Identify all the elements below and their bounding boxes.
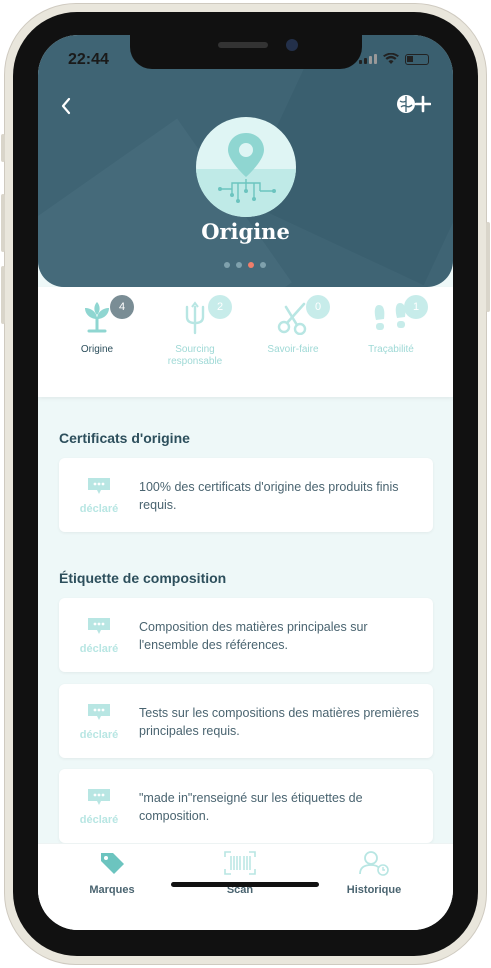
signal-icon <box>359 54 377 64</box>
power-button <box>486 222 490 312</box>
tab-label: Traçabilité <box>368 344 414 355</box>
volume-up-button <box>1 194 5 252</box>
tag-icon <box>101 853 124 874</box>
chat-bubble-icon <box>88 478 110 494</box>
declared-label: déclaré <box>79 729 119 741</box>
criterion-text: Composition des matières principales sur… <box>139 620 368 652</box>
section-title: Certificats d'origine <box>59 430 190 446</box>
pager-dots <box>224 262 266 268</box>
hero-illustration <box>196 117 296 217</box>
category-tabs: 4 Origine 2 Sourcing responsable 0 Savoi… <box>38 287 453 397</box>
status-time: 22:44 <box>68 51 109 68</box>
scissors-icon <box>277 302 307 336</box>
tab-savoir-faire[interactable]: 0 Savoir-faire <box>248 295 338 356</box>
nav-label: Marques <box>89 884 135 896</box>
speaker <box>218 42 268 48</box>
criteria-list: Certificats d'origine déclaré 100% des c… <box>38 397 453 843</box>
nav-scan[interactable]: Scan <box>180 850 300 896</box>
home-indicator[interactable] <box>171 882 319 887</box>
criterion-card[interactable]: déclaré Tests sur les compositions des m… <box>59 684 433 758</box>
tab-origine[interactable]: 4 Origine <box>52 295 142 356</box>
back-button[interactable] <box>60 95 72 121</box>
nav-label: Historique <box>346 884 402 896</box>
front-camera <box>286 39 298 51</box>
criterion-card[interactable]: déclaré 100% des certificats d'origine d… <box>59 458 433 532</box>
pager-dot[interactable] <box>260 262 266 268</box>
declared-tag: déclaré <box>75 702 123 741</box>
nav-marques[interactable]: Marques <box>52 850 172 896</box>
barcode-scan-icon <box>224 851 256 875</box>
notch <box>130 35 362 69</box>
tab-label: Savoir-faire <box>267 344 319 355</box>
criterion-card[interactable]: déclaré "made in"renseigné sur les étiqu… <box>59 769 433 843</box>
pager-dot[interactable] <box>224 262 230 268</box>
chat-bubble-icon <box>88 704 110 720</box>
declared-tag: déclaré <box>75 476 123 515</box>
page-title: Origine <box>201 219 290 244</box>
declared-label: déclaré <box>79 503 119 515</box>
criterion-text: Tests sur les compositions des matières … <box>139 706 419 738</box>
tab-count-badge: 2 <box>208 295 232 319</box>
tab-count-badge: 0 <box>306 295 330 319</box>
declared-label: déclaré <box>79 814 119 826</box>
add-button[interactable] <box>395 93 431 115</box>
chevron-left-icon <box>61 97 71 115</box>
tab-sourcing-responsable[interactable]: 2 Sourcing responsable <box>150 295 240 368</box>
battery-icon <box>405 53 429 65</box>
chat-bubble-icon <box>88 789 110 805</box>
declared-tag: déclaré <box>75 787 123 826</box>
criterion-text: 100% des certificats d'origine des produ… <box>139 480 399 512</box>
declared-tag: déclaré <box>75 616 123 655</box>
trident-icon <box>185 301 205 335</box>
tab-count-badge: 4 <box>110 295 134 319</box>
declared-label: déclaré <box>79 643 119 655</box>
section-title: Étiquette de composition <box>59 570 227 586</box>
nav-historique[interactable]: Historique <box>314 850 434 896</box>
sprout-icon <box>85 302 109 333</box>
app-screen: 22:44 Origine 4 Origine 2 Sourcing respo… <box>38 35 453 930</box>
brain-plus-icon <box>397 95 431 113</box>
pager-dot-active[interactable] <box>248 262 254 268</box>
volume-down-button <box>1 266 5 324</box>
tab-count-badge: 1 <box>404 295 428 319</box>
tab-label: Sourcing responsable <box>167 344 223 367</box>
mute-switch <box>1 134 5 162</box>
location-pin-network-icon <box>196 133 296 217</box>
tab-tracabilite[interactable]: 1 Traçabilité <box>346 295 436 356</box>
tab-label: Origine <box>80 344 114 355</box>
criterion-text: "made in"renseigné sur les étiquettes de… <box>139 791 363 823</box>
status-icons <box>359 53 429 65</box>
user-history-icon <box>359 851 389 876</box>
chat-bubble-icon <box>88 618 110 634</box>
wifi-icon <box>383 53 399 64</box>
criterion-card[interactable]: déclaré Composition des matières princip… <box>59 598 433 672</box>
pager-dot[interactable] <box>236 262 242 268</box>
